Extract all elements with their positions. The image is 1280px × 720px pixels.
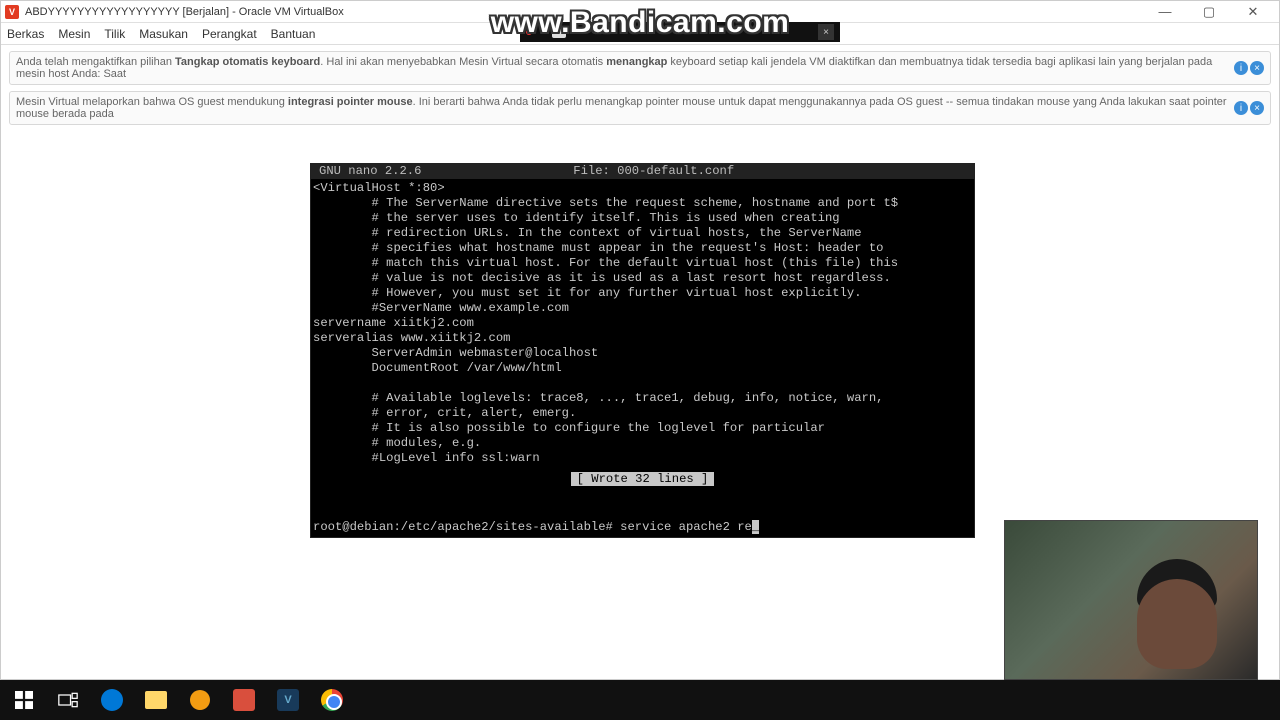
info-mouse-integration: Mesin Virtual melaporkan bahwa OS guest … — [9, 91, 1271, 125]
edge-icon[interactable] — [92, 680, 132, 720]
start-button[interactable] — [4, 680, 44, 720]
window-title: ABDYYYYYYYYYYYYYYYYYY [Berjalan] - Oracl… — [25, 6, 344, 18]
nano-status: [ Wrote 32 lines ] — [311, 472, 974, 487]
menu-tilik[interactable]: Tilik — [104, 27, 125, 41]
info-dismiss-icon[interactable]: × — [1250, 101, 1264, 115]
bandicam-watermark: www.Bandicam.com — [491, 6, 790, 40]
taskbar[interactable]: V — [0, 680, 1280, 720]
menu-perangkat[interactable]: Perangkat — [202, 27, 257, 41]
info-keyboard-capture: Anda telah mengaktifkan pilihan Tangkap … — [9, 51, 1271, 85]
task-view-button[interactable] — [48, 680, 88, 720]
nano-header: GNU nano 2.2.6 File: 000-default.conf — [311, 164, 974, 179]
nano-body[interactable]: <VirtualHost *:80> # The ServerName dire… — [311, 179, 974, 466]
bandicam-close-icon[interactable]: × — [818, 24, 834, 40]
info-icon[interactable]: i — [1234, 101, 1248, 115]
virtualbox-taskbar-icon[interactable]: V — [268, 680, 308, 720]
info-icon[interactable]: i — [1234, 61, 1248, 75]
menu-mesin[interactable]: Mesin — [58, 27, 90, 41]
app-orange-icon[interactable] — [180, 680, 220, 720]
virtualbox-icon: V — [5, 5, 19, 19]
maximize-button[interactable]: ▢ — [1187, 1, 1231, 23]
close-button[interactable]: ✕ — [1231, 1, 1275, 23]
nano-version: GNU nano 2.2.6 — [319, 164, 421, 179]
cursor: _ — [752, 520, 759, 534]
menu-berkas[interactable]: Berkas — [7, 27, 44, 41]
minimize-button[interactable]: — — [1143, 1, 1187, 23]
menu-masukan[interactable]: Masukan — [139, 27, 188, 41]
info-dismiss-icon[interactable]: × — [1250, 61, 1264, 75]
menu-bantuan[interactable]: Bantuan — [271, 27, 316, 41]
guest-terminal[interactable]: GNU nano 2.2.6 File: 000-default.conf <V… — [310, 163, 975, 538]
nano-file-label: File: 000-default.conf — [421, 164, 886, 179]
file-explorer-icon[interactable] — [136, 680, 176, 720]
webcam-overlay[interactable] — [1004, 520, 1258, 680]
bandicam-icon[interactable] — [224, 680, 264, 720]
chrome-icon[interactable] — [312, 680, 352, 720]
shell-prompt[interactable]: root@debian:/etc/apache2/sites-available… — [313, 520, 759, 535]
